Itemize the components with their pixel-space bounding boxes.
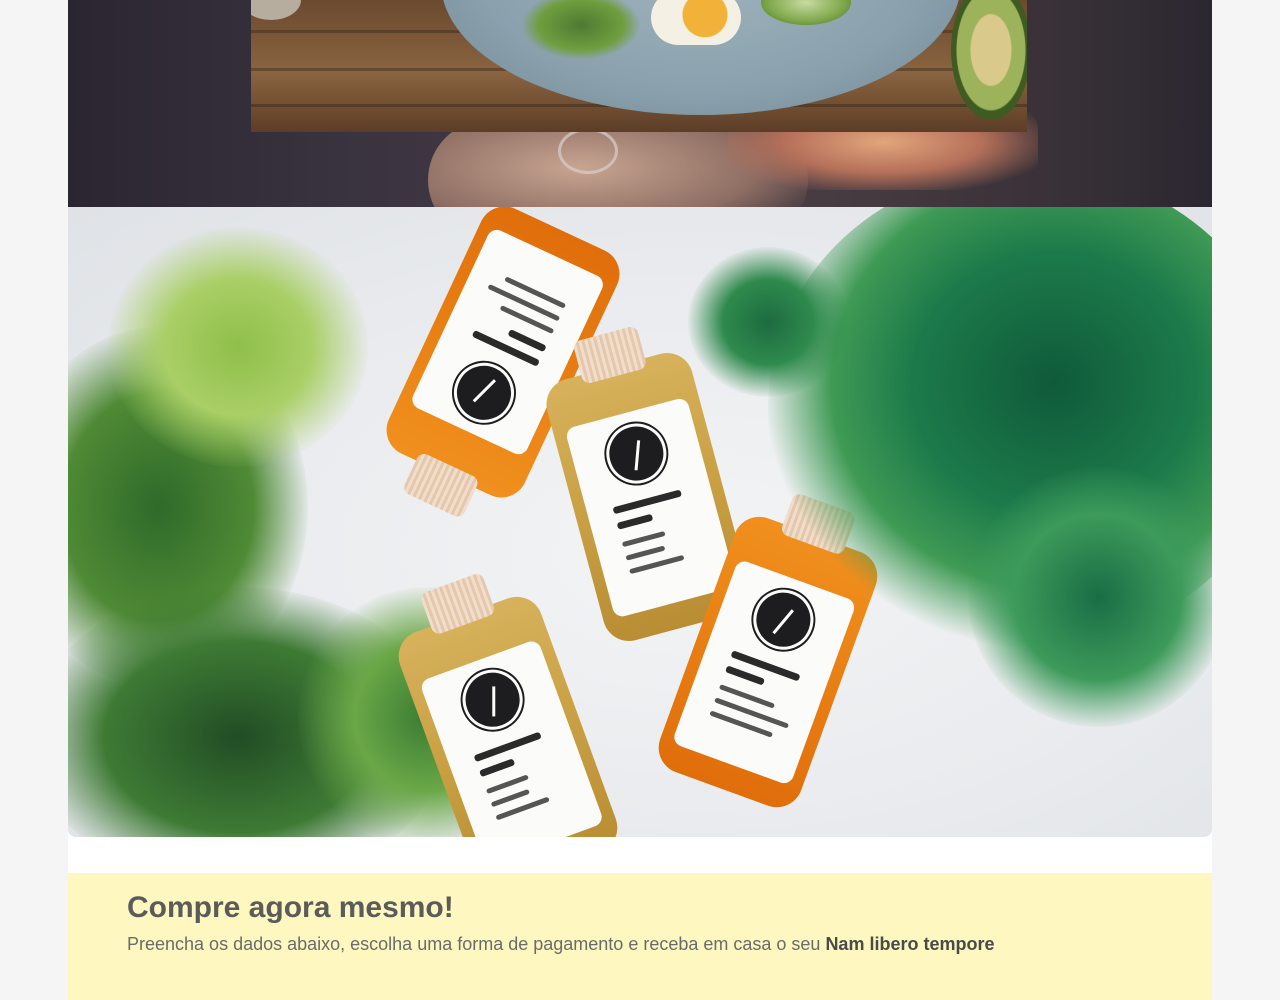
avocado-shape	[951, 0, 1027, 120]
cta-product-name: Nam libero tempore	[825, 934, 995, 954]
cta-description-text: Preencha os dados abaixo, escolha uma fo…	[127, 934, 826, 954]
juice-bottles-image	[68, 207, 1212, 837]
hero-top-image	[68, 0, 1212, 207]
plant-right-lower	[968, 467, 1212, 727]
food-bowl-image	[251, 0, 1027, 132]
plant-left-light	[108, 227, 368, 467]
page-container: Compre agora mesmo! Preencha os dados ab…	[68, 0, 1212, 1000]
ring-shape	[558, 128, 618, 174]
cta-description: Preencha os dados abaixo, escolha uma fo…	[127, 934, 994, 955]
cta-title: Compre agora mesmo!	[127, 891, 454, 924]
seed-bowl-shape	[251, 0, 301, 20]
egg-shape	[651, 0, 741, 45]
cta-section: Compre agora mesmo! Preencha os dados ab…	[68, 873, 1212, 1000]
plant-right-tip	[688, 247, 848, 397]
